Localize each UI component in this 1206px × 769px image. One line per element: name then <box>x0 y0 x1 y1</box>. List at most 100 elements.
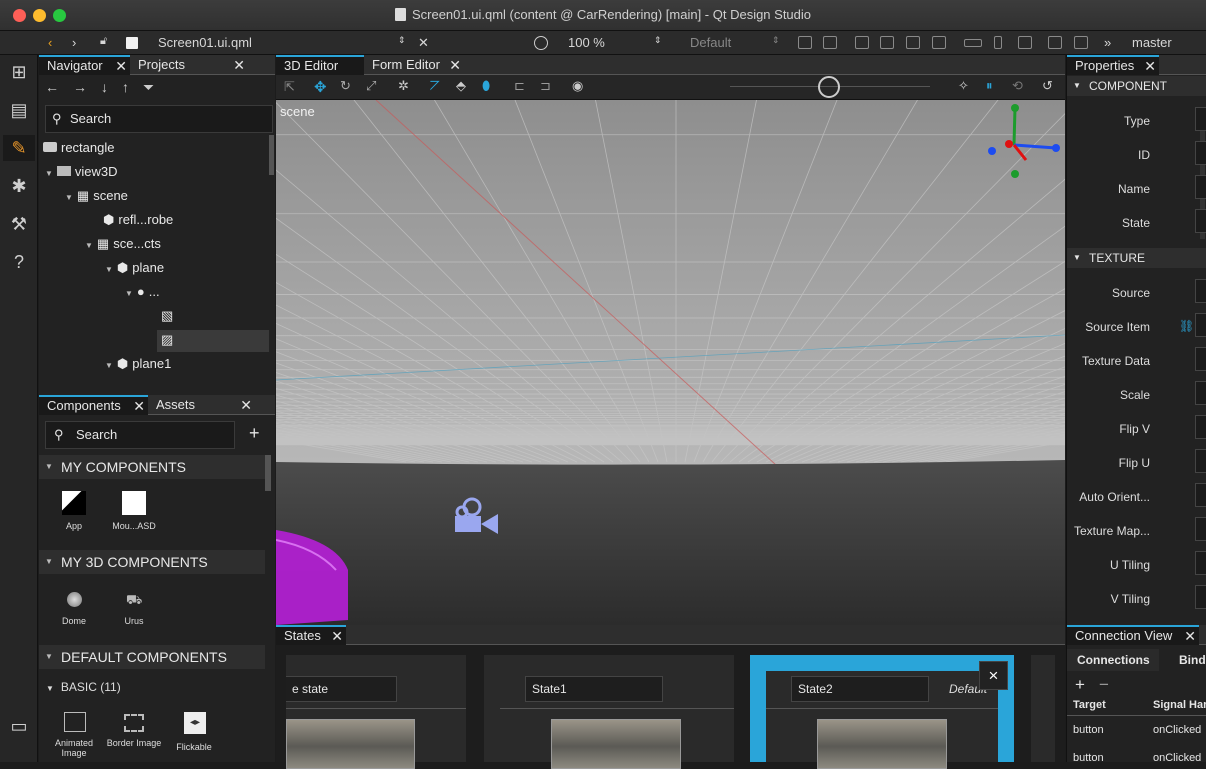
fit-icon[interactable]: ✲ <box>398 78 409 94</box>
viewport-3d[interactable]: scene <box>276 100 1065 625</box>
tree-node[interactable]: ⬢ refl...robe <box>103 208 173 232</box>
section-my-components[interactable]: MY COMPONENTS <box>39 455 265 479</box>
tree-node[interactable]: ▼ ●... <box>125 280 160 304</box>
distribute2-icon[interactable] <box>880 36 894 49</box>
section-my-3d-components[interactable]: MY 3D COMPONENTS <box>39 550 265 574</box>
prop-state-field[interactable] <box>1195 209 1206 233</box>
section-component[interactable]: ▼ COMPONENT <box>1067 76 1206 96</box>
connection-signal[interactable]: onClicked <box>1153 724 1201 736</box>
border-image-icon[interactable] <box>124 714 144 732</box>
tree-node[interactable]: ▼ ▦ sce...cts <box>85 232 161 256</box>
close-icon[interactable]: ✕ <box>449 55 461 75</box>
select-icon[interactable]: ⇱ <box>284 79 295 95</box>
file-selector[interactable]: Screen01.ui.qml <box>158 35 252 50</box>
component-animated-image[interactable]: Animated Image <box>44 738 104 758</box>
prop-scale-field[interactable] <box>1195 381 1206 405</box>
projects-mode-icon[interactable]: ⚒ <box>6 211 32 237</box>
align-camera-icon[interactable]: ⊏ <box>514 78 525 94</box>
prop-v-tiling-field[interactable] <box>1195 585 1206 609</box>
align-icon[interactable] <box>798 36 812 49</box>
debug-mode-icon[interactable]: ✱ <box>6 173 32 199</box>
tab-states[interactable]: States ✕ <box>276 625 346 645</box>
align2-icon[interactable] <box>823 36 837 49</box>
edit-mode-icon[interactable]: ▤ <box>6 97 32 123</box>
play-icon[interactable] <box>534 36 548 50</box>
connection-target[interactable]: button <box>1073 752 1104 764</box>
share-icon[interactable] <box>1074 36 1088 49</box>
close-icon[interactable]: ✕ <box>1144 57 1156 75</box>
state-name-base[interactable]: e state <box>286 676 397 702</box>
pause-icon[interactable]: ⏸︎ <box>986 78 993 94</box>
close-icon[interactable]: ✕ <box>331 627 343 645</box>
help-mode-icon[interactable]: ? <box>6 249 32 275</box>
grid-icon[interactable] <box>1018 36 1032 49</box>
zoom-selector[interactable]: 100 % <box>568 35 605 50</box>
section-default-components[interactable]: DEFAULT COMPONENTS <box>39 645 265 669</box>
scale-icon[interactable]: ⤢ <box>366 78 376 94</box>
state-card-partial[interactable] <box>1031 655 1055 762</box>
device-icon[interactable]: ▭ <box>6 713 32 739</box>
more-icon[interactable]: » <box>1104 35 1111 50</box>
prop-flip-u-field[interactable] <box>1195 449 1206 473</box>
navigator-search-input[interactable]: ⚲ Search <box>45 105 273 133</box>
prop-type-field[interactable] <box>1195 107 1206 131</box>
close-icon[interactable]: ✕ <box>133 397 145 415</box>
lock-icon[interactable]: 🔓︎ <box>100 35 107 48</box>
tab-navigator[interactable]: Navigator ✕ <box>39 55 130 75</box>
particles-icon[interactable]: ✧ <box>958 78 969 94</box>
tab-3d-editor[interactable]: 3D Editor <box>276 55 364 75</box>
close-icon[interactable]: ✕ <box>115 57 127 75</box>
column-target[interactable]: Target <box>1073 699 1106 711</box>
stack-icon[interactable] <box>906 36 920 49</box>
texture-node-icon[interactable]: ▧ <box>161 304 173 328</box>
flickable-icon[interactable]: ◂▸ <box>184 712 206 734</box>
welcome-mode-icon[interactable]: ⊞ <box>6 59 32 85</box>
design-mode-icon[interactable]: ✎ <box>3 135 35 161</box>
component-urus[interactable]: Urus <box>104 616 164 626</box>
subtab-bindings[interactable]: Bindi <box>1179 649 1206 671</box>
close-icon[interactable]: ✕ <box>1184 627 1196 645</box>
prop-u-tiling-field[interactable] <box>1195 551 1206 575</box>
link-icon[interactable]: ⛓︎ <box>1179 319 1194 333</box>
connection-signal[interactable]: onClicked <box>1153 752 1201 764</box>
animated-image-icon[interactable] <box>64 712 86 732</box>
forward-icon[interactable]: › <box>72 35 76 50</box>
urus-icon[interactable]: ⛟ <box>126 592 142 610</box>
app-component-icon[interactable] <box>62 491 86 515</box>
pivot-icon[interactable]: ⬮ <box>482 78 490 94</box>
rotate-icon[interactable]: ↻ <box>340 78 351 94</box>
component-dome[interactable]: Dome <box>44 616 104 626</box>
row-icon[interactable] <box>964 39 982 47</box>
zoom-chevron-icon[interactable]: ⇕ <box>654 35 662 46</box>
connection-target[interactable]: button <box>1073 724 1104 736</box>
tree-node[interactable]: ▼ ⬢ plane <box>105 256 164 280</box>
tab-components[interactable]: Components ✕ <box>39 395 148 415</box>
prop-flip-v-field[interactable] <box>1195 415 1206 439</box>
close-file-icon[interactable]: ✕ <box>418 35 429 51</box>
mouse-component-icon[interactable] <box>122 491 146 515</box>
tab-connection-view[interactable]: Connection View ✕ <box>1067 625 1199 645</box>
component-mouse[interactable]: Mou...ASD <box>104 521 164 531</box>
close-icon[interactable]: ✕ <box>240 395 252 415</box>
prop-id-field[interactable] <box>1195 141 1206 165</box>
components-scrollbar[interactable] <box>265 455 271 491</box>
close-state-button[interactable]: × <box>979 661 1008 690</box>
navigator-nav-icons[interactable]: ←→↓↑⏷ <box>45 79 168 96</box>
close-icon[interactable]: ✕ <box>233 55 245 75</box>
tab-assets[interactable]: Assets ✕ <box>148 395 255 415</box>
edit-light-icon[interactable]: ⦢ <box>430 78 440 94</box>
visibility-icon[interactable]: ◉ <box>572 78 583 94</box>
distribute-icon[interactable] <box>855 36 869 49</box>
tree-node[interactable]: ▼ ⬢ plane1 <box>105 352 171 376</box>
subtab-connections[interactable]: Connections <box>1067 649 1159 671</box>
dome-icon[interactable] <box>67 592 82 607</box>
reset-icon[interactable]: ↺ <box>1042 78 1053 94</box>
column-icon[interactable] <box>994 36 1002 49</box>
navigator-scrollbar[interactable] <box>269 135 274 175</box>
prop-texture-map-field[interactable] <box>1195 517 1206 541</box>
color-toggle-icon[interactable] <box>818 76 840 98</box>
prop-auto-orient-field[interactable] <box>1195 483 1206 507</box>
state-chevron-icon[interactable]: ⇕ <box>772 35 780 46</box>
prop-source-item-field[interactable] <box>1195 313 1206 337</box>
tree-node-selected[interactable]: ▨ <box>157 330 269 352</box>
